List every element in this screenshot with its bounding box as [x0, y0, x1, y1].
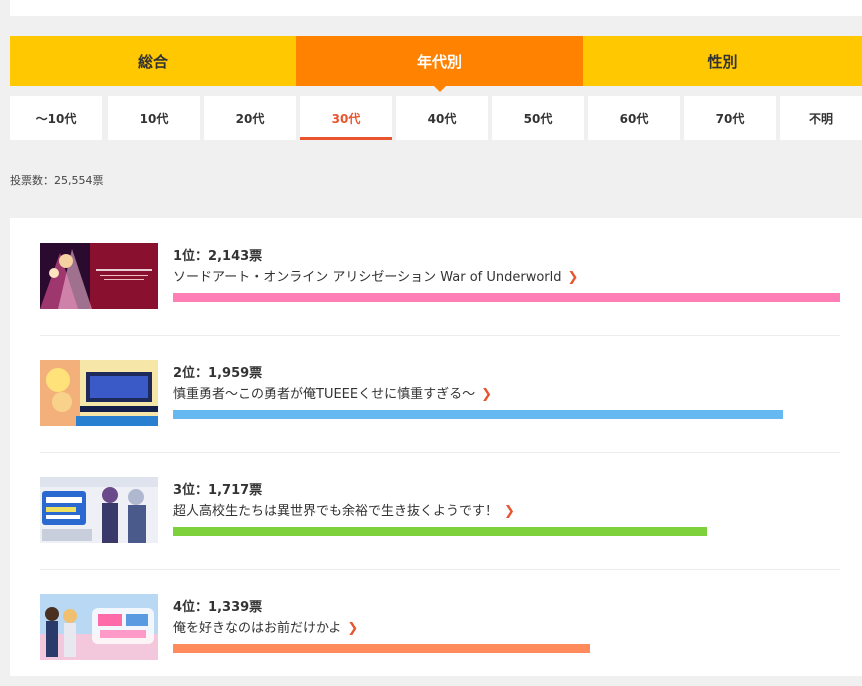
- anime-title[interactable]: 俺を好きなのはお前だけかよ: [173, 621, 341, 636]
- rank-votes: 3位：1,717票: [173, 483, 263, 498]
- vote-bar: [173, 293, 840, 302]
- age-tab-10s[interactable]: 10代: [108, 96, 200, 140]
- rank-votes: 1位：2,143票: [173, 249, 263, 264]
- anime-thumbnail[interactable]: [40, 243, 158, 309]
- chevron-right-icon[interactable]: ❯: [568, 270, 579, 285]
- tab-overall[interactable]: 総合: [10, 36, 296, 86]
- list-item: 3位：1,717票 超人高校生たちは異世界でも余裕で生き抜くようです！ ❯: [40, 452, 840, 570]
- age-tab-20s[interactable]: 20代: [204, 96, 296, 140]
- age-tab-70s[interactable]: 70代: [684, 96, 776, 140]
- vote-count: 投票数：25,554票: [10, 174, 104, 187]
- vote-bar: [173, 644, 590, 653]
- age-tab-40s[interactable]: 40代: [396, 96, 488, 140]
- anime-thumbnail[interactable]: [40, 477, 158, 543]
- tab-by-gender[interactable]: 性別: [583, 36, 862, 86]
- list-item: 4位：1,339票 俺を好きなのはお前だけかよ ❯: [40, 569, 840, 686]
- anime-title-link[interactable]: 慎重勇者〜この勇者が俺TUEEEくせに慎重すぎる〜 ❯: [173, 383, 492, 402]
- rank-votes: 2位：1,959票: [173, 366, 263, 381]
- ranking-list: 1位：2,143票 ソードアート・オンライン アリシゼーション War of U…: [10, 218, 862, 676]
- age-tab-under-10[interactable]: 〜10代: [10, 96, 102, 140]
- age-tabs: 〜10代 10代 20代 30代 40代 50代 60代 70代 不明: [10, 96, 862, 140]
- anime-thumbnail[interactable]: [40, 594, 158, 660]
- chevron-right-icon[interactable]: ❯: [347, 621, 358, 636]
- anime-thumbnail[interactable]: [40, 360, 158, 426]
- anime-title[interactable]: 超人高校生たちは異世界でも余裕で生き抜くようです！: [173, 504, 498, 519]
- chevron-right-icon[interactable]: ❯: [481, 387, 492, 402]
- age-tab-unknown[interactable]: 不明: [780, 96, 862, 140]
- anime-title-link[interactable]: 超人高校生たちは異世界でも余裕で生き抜くようです！ ❯: [173, 500, 515, 519]
- list-item: 1位：2,143票 ソードアート・オンライン アリシゼーション War of U…: [40, 218, 840, 336]
- list-item: 2位：1,959票 慎重勇者〜この勇者が俺TUEEEくせに慎重すぎる〜 ❯: [40, 335, 840, 453]
- age-tab-30s[interactable]: 30代: [300, 96, 392, 140]
- anime-title-link[interactable]: 俺を好きなのはお前だけかよ ❯: [173, 617, 358, 636]
- main-tabs: 総合 年代別 性別: [10, 36, 862, 92]
- rank-votes: 4位：1,339票: [173, 600, 263, 615]
- vote-bar: [173, 410, 783, 419]
- tab-by-age[interactable]: 年代別: [296, 36, 583, 92]
- anime-title[interactable]: ソードアート・オンライン アリシゼーション War of Underworld: [173, 270, 562, 285]
- anime-title[interactable]: 慎重勇者〜この勇者が俺TUEEEくせに慎重すぎる〜: [173, 387, 475, 402]
- anime-title-link[interactable]: ソードアート・オンライン アリシゼーション War of Underworld ❯: [173, 266, 578, 285]
- age-tab-60s[interactable]: 60代: [588, 96, 680, 140]
- age-tab-50s[interactable]: 50代: [492, 96, 584, 140]
- chevron-right-icon[interactable]: ❯: [504, 504, 515, 519]
- vote-bar: [173, 527, 707, 536]
- top-bar: [10, 0, 862, 16]
